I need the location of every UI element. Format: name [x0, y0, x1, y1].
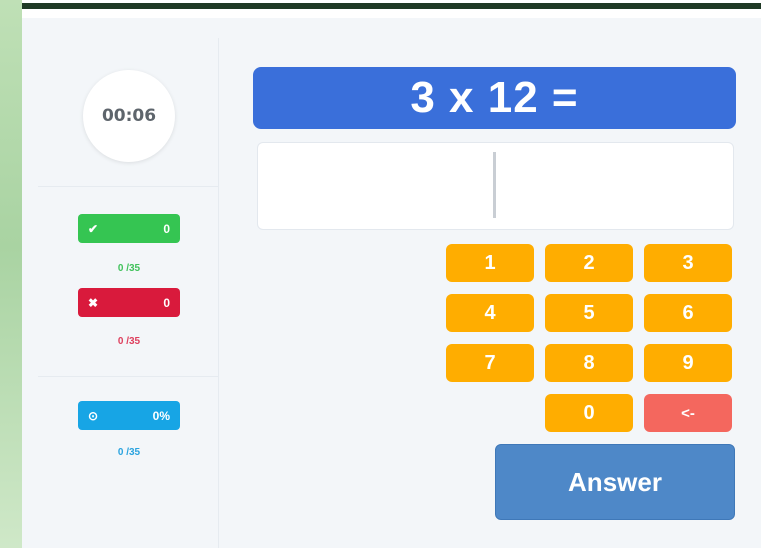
key-3[interactable]: 3: [644, 244, 732, 282]
key-7[interactable]: 7: [446, 344, 534, 382]
key-4[interactable]: 4: [446, 294, 534, 332]
wrong-count-badge: ✖ 0: [78, 288, 180, 317]
divider: [38, 186, 218, 187]
key-1[interactable]: 1: [446, 244, 534, 282]
divider: [38, 376, 218, 377]
key-8[interactable]: 8: [545, 344, 633, 382]
correct-count: 0: [163, 221, 170, 236]
checkmark-icon: ✔: [88, 221, 99, 236]
wrong-count: 0: [163, 295, 170, 310]
key-0[interactable]: 0: [545, 394, 633, 432]
percent-value: 0%: [152, 408, 170, 423]
backspace-button[interactable]: <-: [644, 394, 732, 432]
key-6[interactable]: 6: [644, 294, 732, 332]
key-2[interactable]: 2: [545, 244, 633, 282]
wrong-progress: 0 /35: [117, 336, 141, 347]
left-background-strip: [0, 0, 22, 548]
percent-badge: ⊙ 0%: [78, 401, 180, 430]
correct-progress: 0 /35: [117, 263, 141, 274]
percent-progress: 0 /35: [117, 447, 141, 458]
question-banner: 3 x 12 =: [253, 67, 736, 129]
key-9[interactable]: 9: [644, 344, 732, 382]
clock-icon: ⊙: [88, 408, 99, 423]
top-bar: [12, 3, 761, 9]
correct-count-badge: ✔ 0: [78, 214, 180, 243]
cross-icon: ✖: [88, 295, 99, 310]
text-caret: [493, 152, 496, 218]
key-5[interactable]: 5: [545, 294, 633, 332]
timer: 00:06: [83, 70, 175, 162]
answer-button[interactable]: Answer: [495, 444, 735, 520]
